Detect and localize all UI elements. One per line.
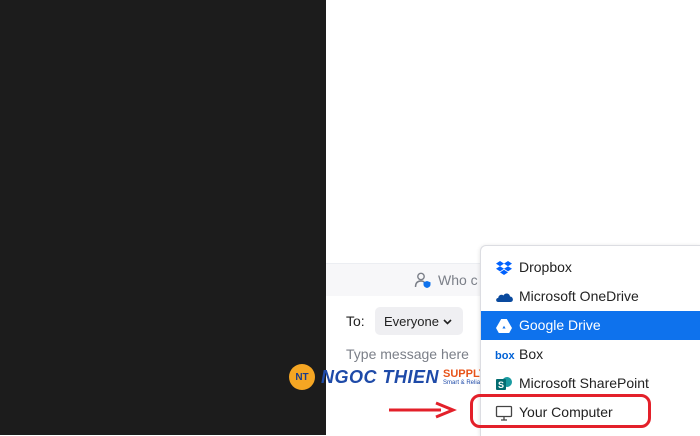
watermark-logo: NT NGOC THIEN SUPPLY Smart & Reliable bbox=[289, 362, 488, 392]
watermark-badge: NT bbox=[289, 364, 315, 390]
onedrive-icon bbox=[495, 288, 513, 306]
dropbox-icon bbox=[495, 259, 513, 277]
recipient-dropdown[interactable]: Everyone bbox=[375, 307, 463, 335]
menu-item-dropbox[interactable]: Dropbox bbox=[481, 253, 700, 282]
chevron-down-icon bbox=[442, 315, 453, 330]
menu-item-onedrive[interactable]: Microsoft OneDrive bbox=[481, 282, 700, 311]
your-computer-highlight bbox=[470, 394, 651, 428]
user-shield-icon bbox=[414, 271, 432, 294]
menu-item-box[interactable]: box Box bbox=[481, 340, 700, 369]
svg-text:box: box bbox=[495, 350, 515, 362]
message-input[interactable]: Type message here bbox=[346, 346, 469, 362]
box-icon: box bbox=[495, 346, 515, 364]
menu-item-label: Microsoft SharePoint bbox=[519, 375, 649, 391]
menu-item-label: Dropbox bbox=[519, 259, 572, 275]
menu-item-label: Box bbox=[519, 346, 544, 362]
menu-item-label: Google Drive bbox=[519, 317, 601, 333]
video-area bbox=[0, 0, 326, 435]
svg-text:S: S bbox=[498, 380, 504, 390]
menu-item-google-drive[interactable]: Google Drive bbox=[481, 311, 700, 340]
google-drive-icon bbox=[495, 317, 513, 335]
to-label: To: bbox=[346, 313, 365, 329]
who-can-see-text: Who c bbox=[438, 272, 478, 288]
recipient-value: Everyone bbox=[384, 313, 439, 329]
watermark-name: NGOC THIEN bbox=[321, 366, 440, 387]
sharepoint-icon: S bbox=[495, 375, 513, 393]
menu-item-label: Microsoft OneDrive bbox=[519, 288, 639, 304]
pointer-arrow-icon bbox=[389, 400, 457, 425]
